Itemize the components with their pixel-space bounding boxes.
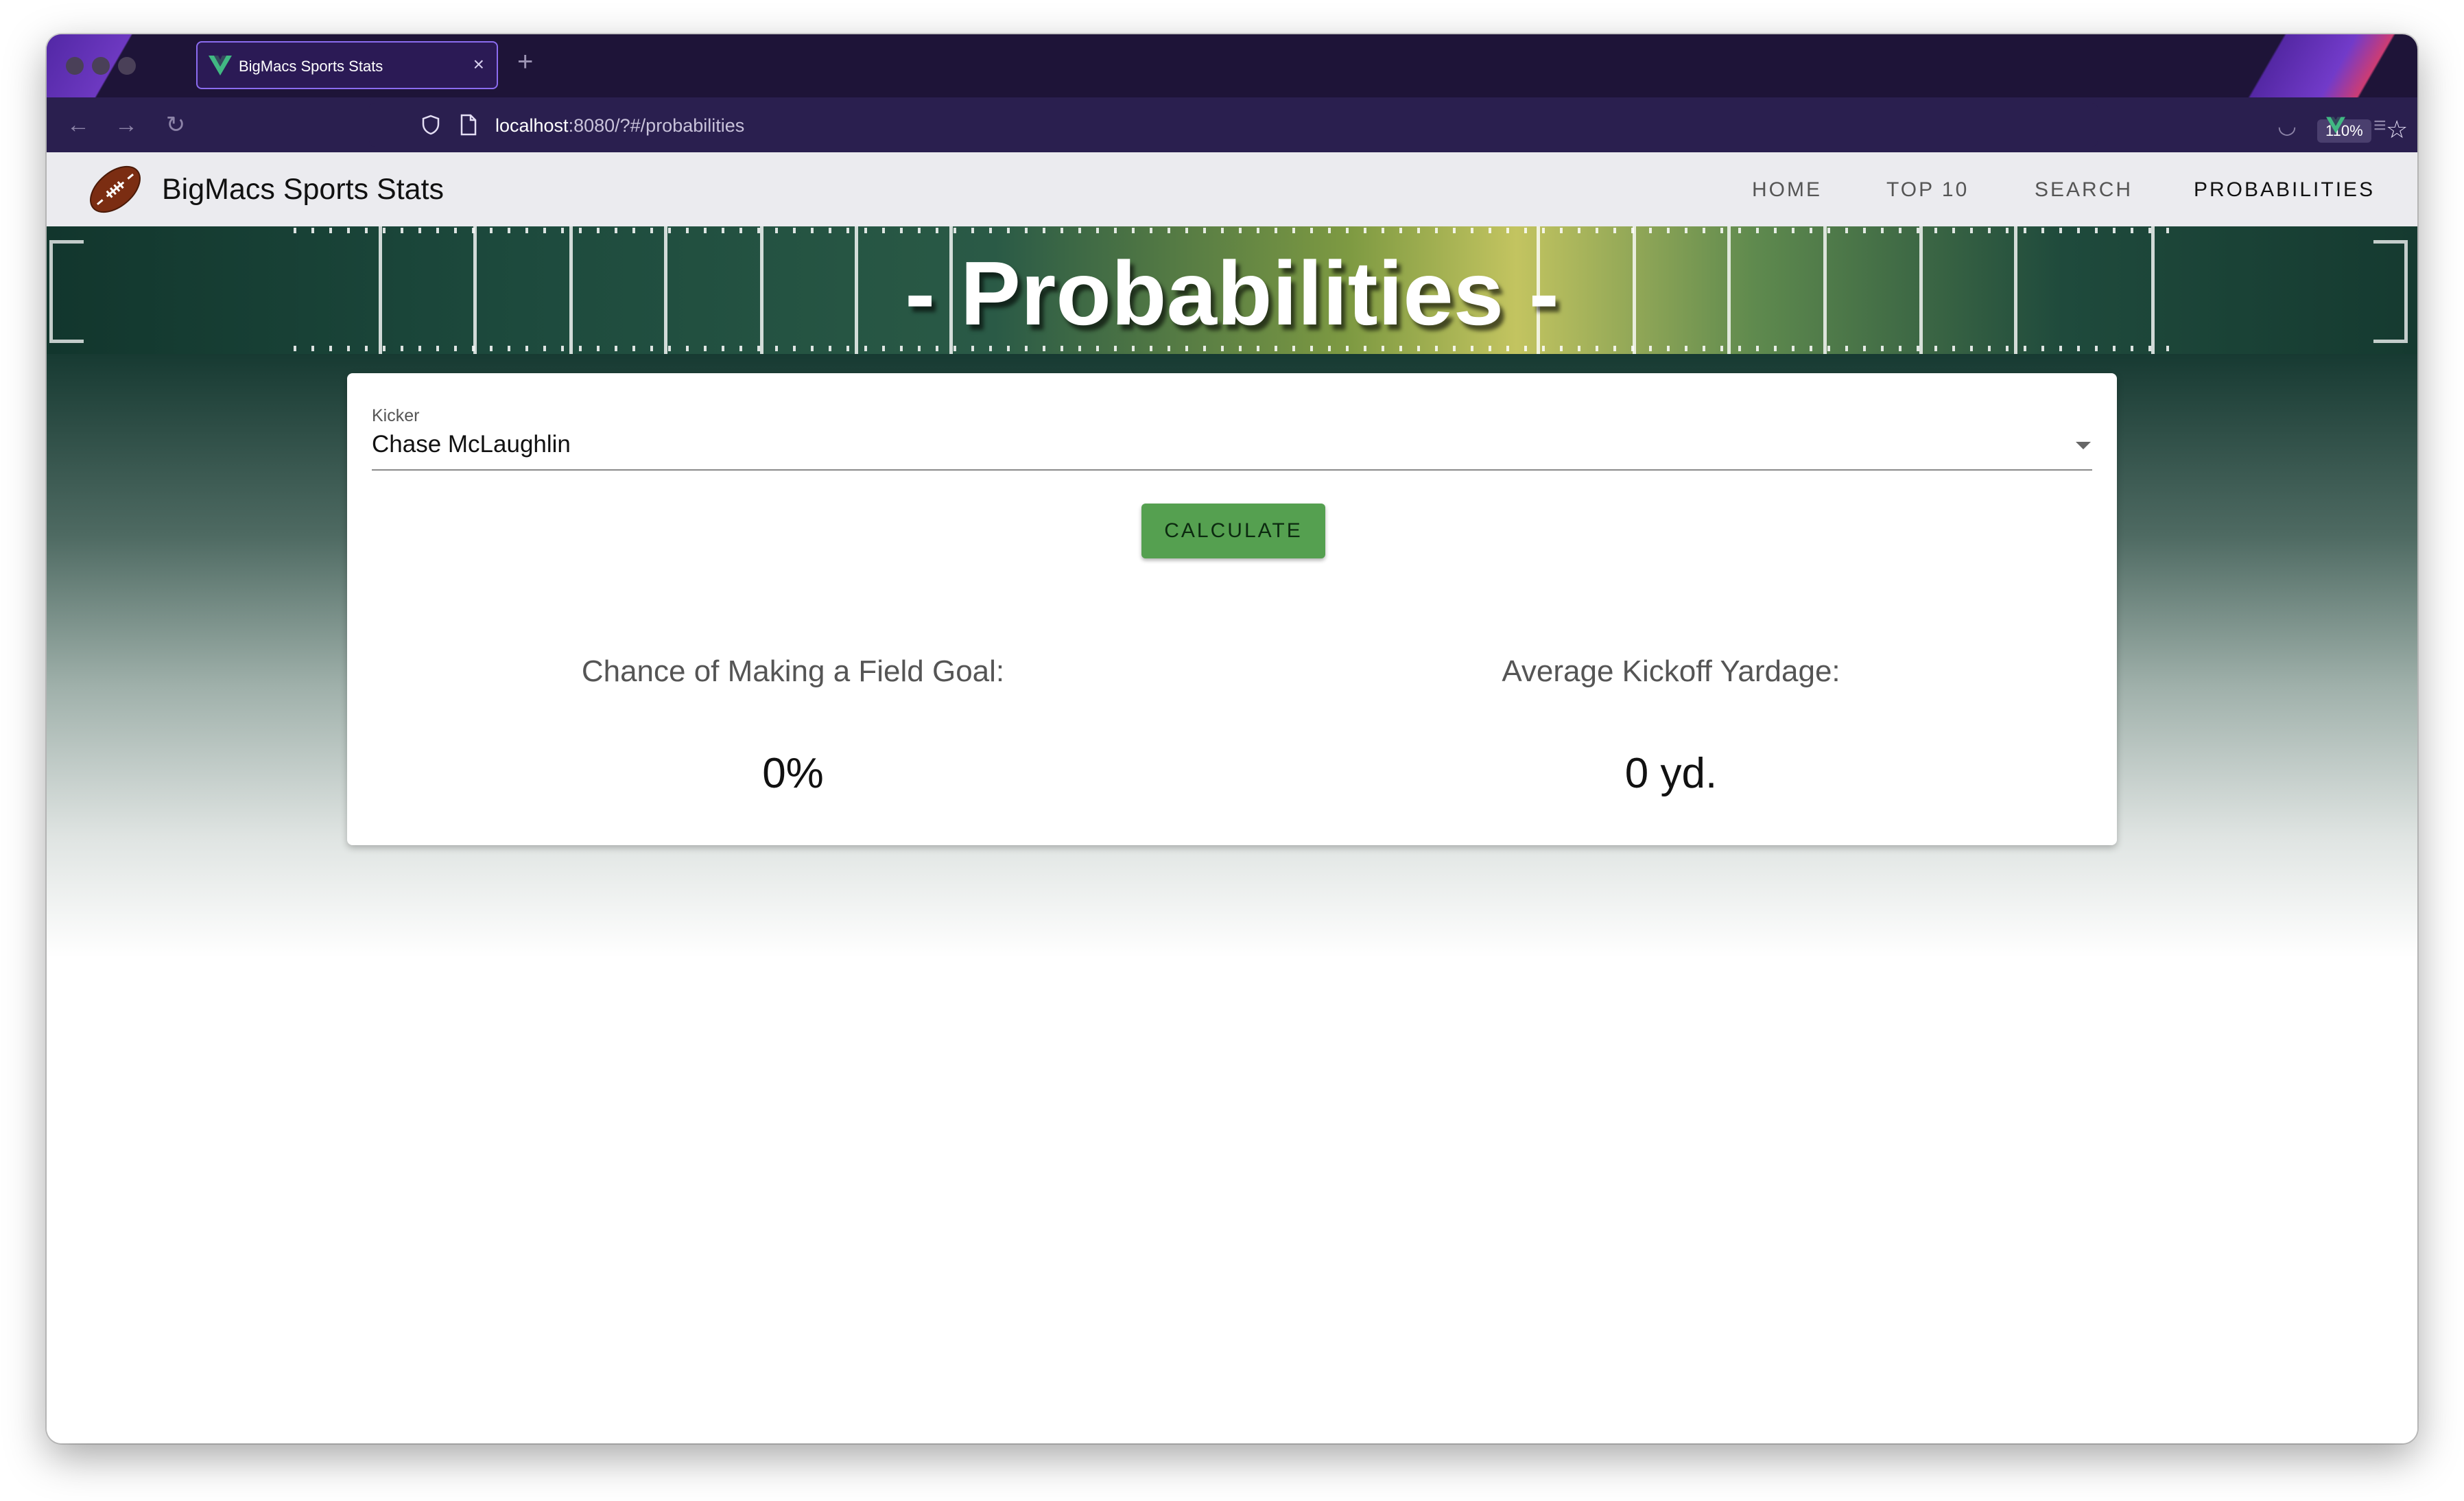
tab-title: BigMacs Sports Stats [239,58,383,75]
browser-window: BigMacs Sports Stats × + ← → ↻ localhost… [47,34,2417,1443]
vue-logo-icon [209,56,232,75]
chevron-down-icon[interactable] [2076,442,2091,449]
pocket-icon[interactable]: ◡ [2277,113,2297,139]
hero-banner: - Probabilities - [47,226,2417,354]
hash-marks-bottom [294,346,2180,351]
reload-icon[interactable]: ↻ [162,111,189,139]
vue-devtools-icon[interactable] [2325,115,2346,134]
nav-home[interactable]: HOME [1752,178,1822,202]
nav-top-10[interactable]: TOP 10 [1886,178,1969,202]
new-tab-button[interactable]: + [517,47,533,78]
url-text[interactable]: localhost:8080/?#/probabilities [495,115,744,137]
field-goal-chance-value: 0% [762,750,824,797]
tab-close-icon[interactable]: × [473,54,484,75]
close-window-button[interactable] [66,57,84,75]
app-bar: BigMacs Sports Stats HOME TOP 10 SEARCH … [47,152,2417,226]
kickoff-yardage-label: Average Kickoff Yardage: [1502,654,1840,688]
page-info-icon[interactable] [460,114,477,136]
football-icon[interactable] [85,162,145,217]
minimize-window-button[interactable] [92,57,110,75]
navigation-toolbar: ← → ↻ localhost:8080/?#/probabilities 11… [47,97,2417,152]
bookmark-star-icon[interactable]: ☆ [2386,115,2408,144]
probabilities-card: Kicker Chase McLaughlin CALCULATE Chance… [347,373,2117,845]
tab-bigmacs[interactable]: BigMacs Sports Stats × [196,41,498,89]
nav-search[interactable]: SEARCH [2035,178,2133,202]
maximize-window-button[interactable] [118,57,136,75]
forward-icon[interactable]: → [112,111,140,139]
url-path: :8080/?#/probabilities [568,115,745,136]
field-goal-chance-label: Chance of Making a Field Goal: [581,654,1005,688]
kicker-field-label: Kicker [372,406,420,425]
tab-bar: BigMacs Sports Stats × + [47,34,2417,97]
kickoff-yardage-value: 0 yd. [1624,750,1718,797]
page-content: BigMacs Sports Stats HOME TOP 10 SEARCH … [47,152,2417,1443]
app-title[interactable]: BigMacs Sports Stats [162,173,444,206]
url-host: localhost [495,115,569,136]
page-title: - Probabilities - [905,243,1559,344]
menu-icon[interactable]: ≡ [2373,113,2386,138]
theme-decoration-right [2212,34,2417,97]
hash-marks-top [294,228,2180,233]
calculate-button[interactable]: CALCULATE [1141,504,1325,558]
kicker-select[interactable]: Chase McLaughlin [372,431,571,458]
back-icon[interactable]: ← [64,111,92,139]
shield-icon[interactable] [420,114,442,136]
address-bar[interactable]: localhost:8080/?#/probabilities 110% ☆ [369,103,2408,147]
nav-probabilities[interactable]: PROBABILITIES [2194,178,2375,202]
select-underline [372,469,2092,471]
desktop: BigMacs Sports Stats × + ← → ↻ localhost… [0,0,2464,1501]
